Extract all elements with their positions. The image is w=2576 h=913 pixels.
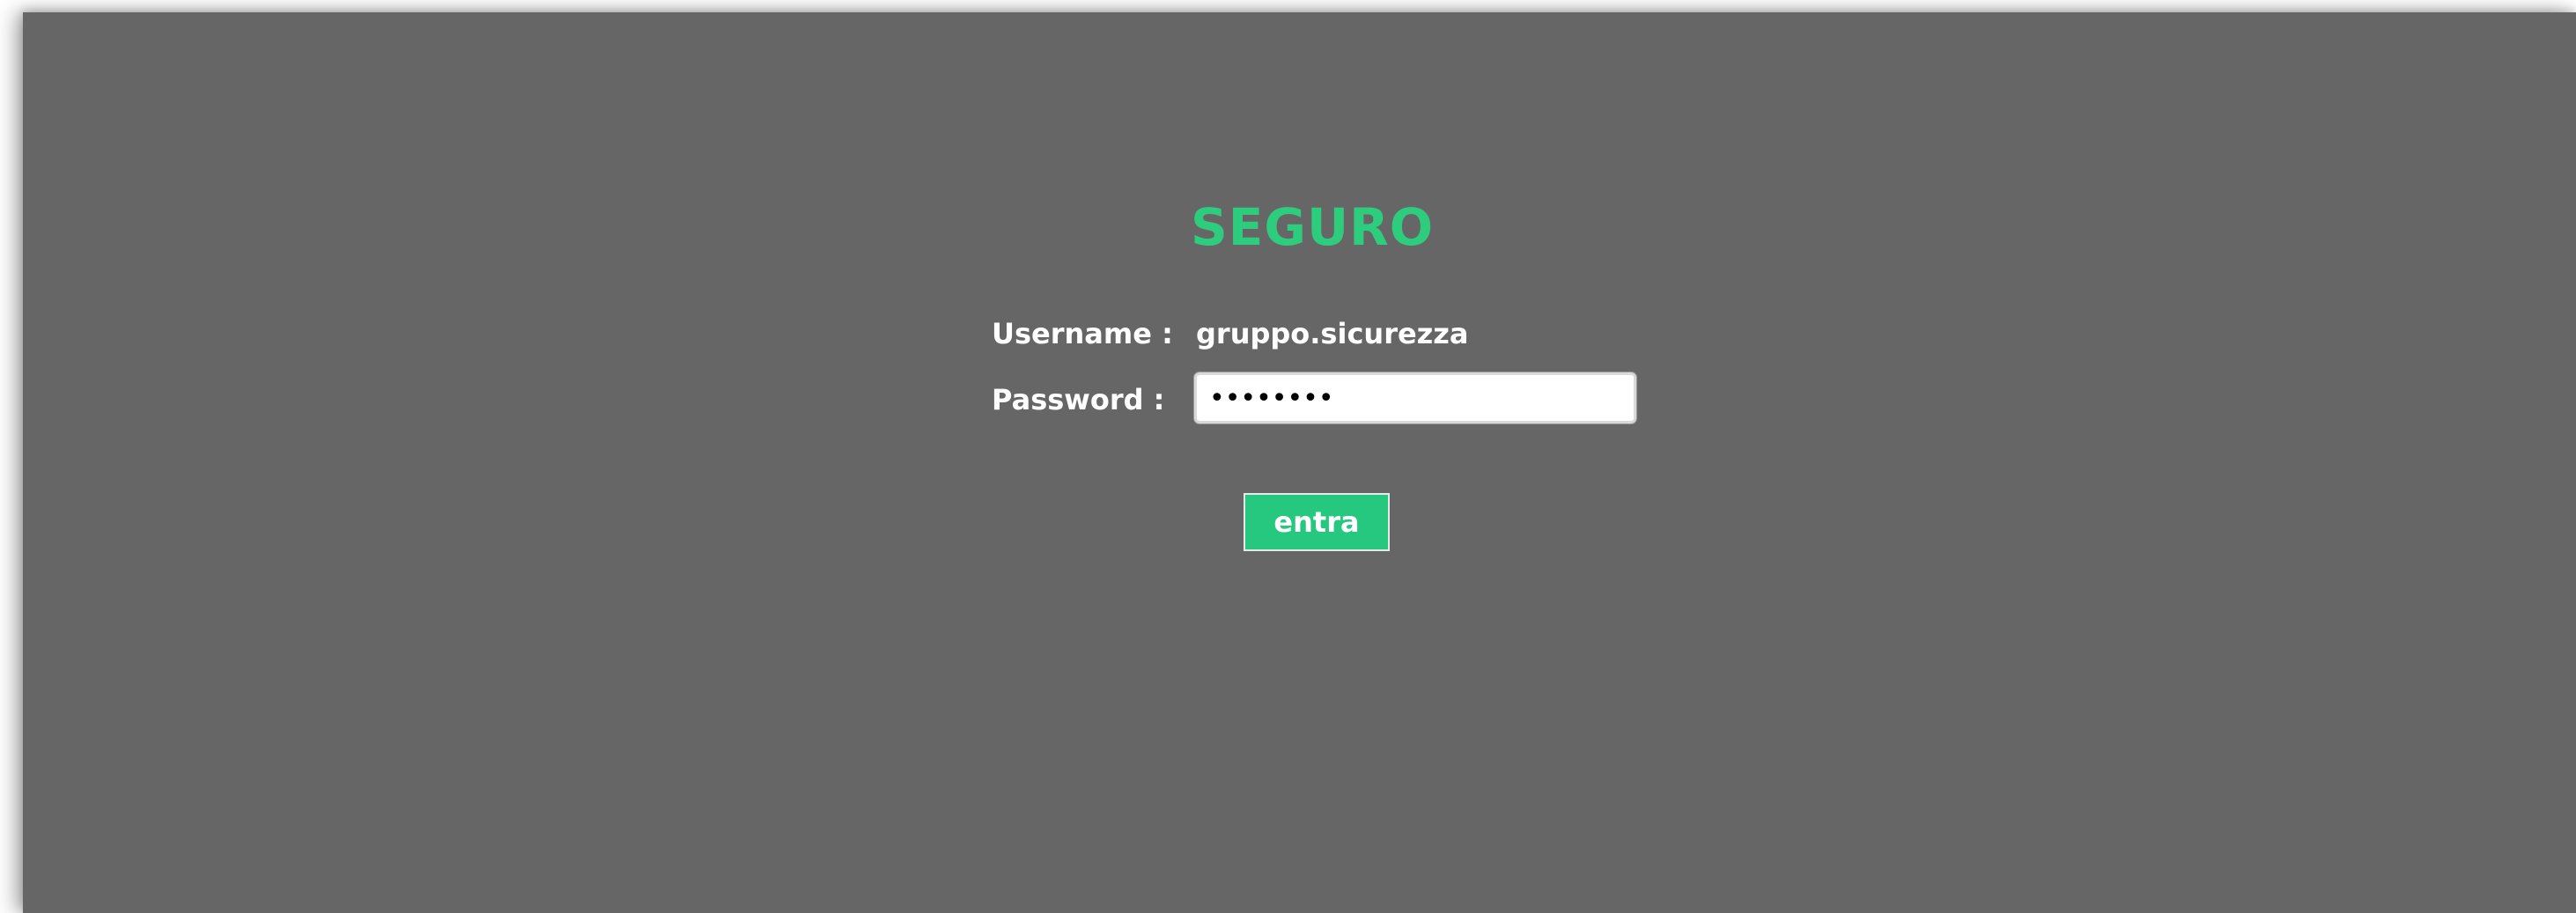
password-label: Password : — [992, 383, 1165, 416]
app-title: SEGURO — [1190, 197, 1435, 257]
username-label: Username : — [992, 317, 1173, 350]
submit-button[interactable]: entra — [1244, 493, 1390, 551]
password-input[interactable] — [1194, 372, 1636, 423]
username-value: gruppo.sicurezza — [1196, 317, 1469, 350]
login-window: SEGURO Username : gruppo.sicurezza Passw… — [23, 12, 2576, 913]
